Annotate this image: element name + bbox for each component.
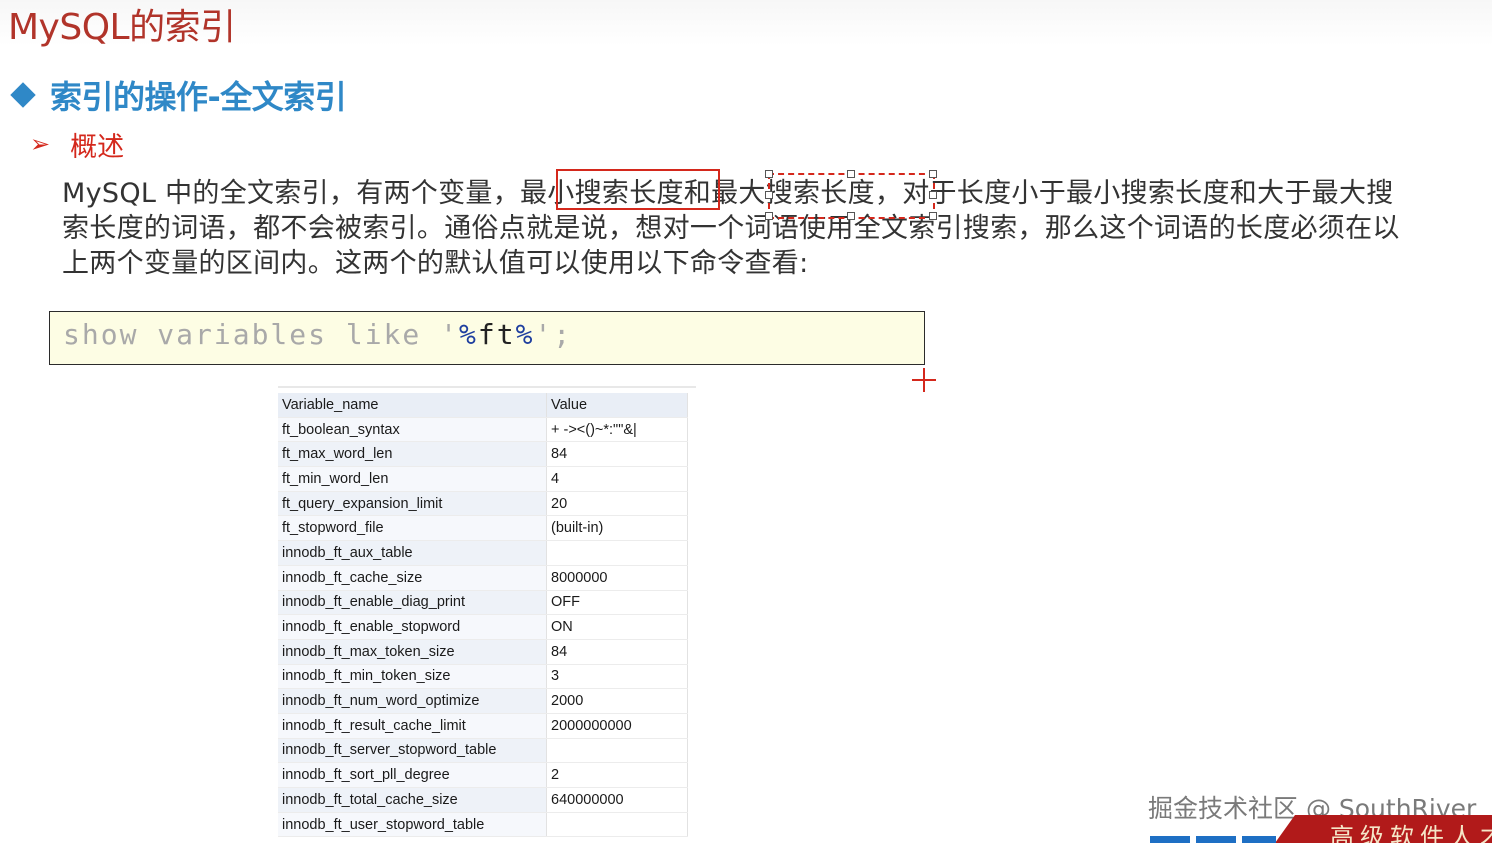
column-header-value[interactable]: Value (546, 393, 688, 418)
sql-command: show variables like '%ft%'; (63, 318, 572, 351)
section-title: 索引的操作-全文索引 (50, 78, 347, 116)
value-cell[interactable]: ON (546, 614, 688, 640)
table-row[interactable]: innodb_ft_num_word_optimize 2000 (278, 688, 688, 714)
blue-strip (1150, 836, 1276, 843)
variable-name-cell[interactable]: innodb_ft_result_cache_limit (278, 713, 547, 739)
table-row[interactable]: innodb_ft_server_stopword_table (278, 738, 688, 764)
variable-name-cell[interactable]: innodb_ft_max_token_size (278, 639, 547, 665)
value-cell[interactable]: 2 (546, 762, 688, 788)
value-cell[interactable]: 84 (546, 441, 688, 468)
table-row[interactable]: ft_stopword_file (built-in) (278, 515, 688, 542)
variable-name-cell[interactable]: ft_query_expansion_limit (278, 491, 547, 517)
resize-handle[interactable] (765, 191, 773, 199)
arrow-bullet-icon: ➢ (30, 130, 51, 158)
value-cell[interactable]: 3 (546, 664, 688, 690)
variable-name-cell[interactable]: innodb_ft_sort_pll_degree (278, 762, 547, 788)
variable-name-cell[interactable]: innodb_ft_enable_diag_print (278, 590, 547, 616)
variable-name-cell[interactable]: innodb_ft_enable_stopword (278, 614, 547, 640)
table-row[interactable]: innodb_ft_max_token_size 84 (278, 639, 688, 665)
value-cell[interactable]: 84 (546, 639, 688, 665)
value-cell[interactable] (546, 738, 688, 764)
variable-name-cell[interactable]: ft_min_word_len (278, 466, 547, 492)
table-row[interactable]: innodb_ft_min_token_size 3 (278, 664, 688, 690)
page-title: MySQL的索引 (8, 7, 236, 48)
table-row[interactable]: innodb_ft_result_cache_limit 2000000000 (278, 713, 688, 739)
variable-name-cell[interactable]: ft_max_word_len (278, 441, 547, 468)
value-cell[interactable]: (built-in) (546, 515, 688, 542)
banner-text: 高级软件人才 (1330, 823, 1492, 843)
resize-handle[interactable] (929, 212, 937, 220)
variable-name-cell[interactable]: innodb_ft_total_cache_size (278, 787, 547, 813)
code-wildcard: % (515, 318, 535, 351)
result-table: Variable_name Value ft_boolean_syntax + -… (278, 393, 688, 838)
title-bar: MySQL的索引 (0, 0, 1492, 48)
brand-banner: 高级软件人才 (1275, 815, 1492, 843)
value-cell[interactable]: 2000 (546, 688, 688, 714)
variable-name-cell[interactable]: ft_stopword_file (278, 515, 547, 542)
value-cell[interactable]: 20 (546, 491, 688, 517)
resize-handle[interactable] (765, 212, 773, 220)
subsection-title: 概述 (70, 131, 125, 163)
code-keyword: show variables like ' (63, 318, 460, 351)
table-row[interactable]: innodb_ft_sort_pll_degree 2 (278, 762, 688, 788)
table-row[interactable]: innodb_ft_cache_size 8000000 (278, 565, 688, 591)
table-row[interactable]: ft_max_word_len 84 (278, 441, 688, 468)
variable-name-cell[interactable]: innodb_ft_aux_table (278, 540, 547, 566)
variable-name-cell[interactable]: innodb_ft_num_word_optimize (278, 688, 547, 714)
resize-handle[interactable] (765, 170, 773, 178)
table-row[interactable]: innodb_ft_enable_stopword ON (278, 614, 688, 640)
resize-handle[interactable] (847, 170, 855, 178)
paragraph-line: 上两个变量的区间内。这两个的默认值可以使用以下命令查看: (62, 248, 809, 279)
variable-name-cell[interactable]: innodb_ft_min_token_size (278, 664, 547, 690)
value-cell[interactable] (546, 812, 688, 838)
column-header-variable-name[interactable]: Variable_name (278, 393, 547, 418)
diamond-bullet-icon (10, 82, 36, 108)
crosshair-cursor-icon (912, 368, 936, 392)
resize-handle[interactable] (929, 170, 937, 178)
value-cell[interactable]: 2000000000 (546, 713, 688, 739)
grid-top-border (278, 386, 696, 388)
resize-handle[interactable] (929, 191, 937, 199)
variable-name-cell[interactable]: innodb_ft_server_stopword_table (278, 738, 547, 764)
section-heading: 索引的操作-全文索引 (10, 74, 347, 116)
table-row[interactable]: ft_query_expansion_limit 20 (278, 491, 688, 517)
value-cell[interactable] (546, 540, 688, 566)
variable-name-cell[interactable]: innodb_ft_cache_size (278, 565, 547, 591)
highlight-box-min-length (556, 169, 720, 210)
table-row[interactable]: innodb_ft_total_cache_size 640000000 (278, 787, 688, 813)
value-cell[interactable]: 640000000 (546, 787, 688, 813)
code-string: ft (477, 318, 516, 351)
table-row[interactable]: innodb_ft_aux_table (278, 540, 688, 566)
value-cell[interactable]: 8000000 (546, 565, 688, 591)
table-row[interactable]: innodb_ft_user_stopword_table (278, 812, 688, 838)
variable-name-cell[interactable]: ft_boolean_syntax (278, 417, 547, 443)
value-cell[interactable]: + -><()~*:""&| (546, 417, 688, 443)
sub-heading: ➢ 概述 (30, 124, 124, 164)
table-row[interactable]: ft_min_word_len 4 (278, 466, 688, 492)
code-block: show variables like '%ft%'; (49, 311, 925, 365)
table-row[interactable]: ft_boolean_syntax + -><()~*:""&| (278, 417, 688, 443)
code-terminator: '; (534, 318, 573, 351)
table-header-row: Variable_name Value (278, 393, 688, 418)
value-cell[interactable]: OFF (546, 590, 688, 616)
value-cell[interactable]: 4 (546, 466, 688, 492)
variable-name-cell[interactable]: innodb_ft_user_stopword_table (278, 812, 547, 838)
code-wildcard: % (459, 318, 478, 351)
table-row[interactable]: innodb_ft_enable_diag_print OFF (278, 590, 688, 616)
resize-handle[interactable] (847, 212, 855, 220)
